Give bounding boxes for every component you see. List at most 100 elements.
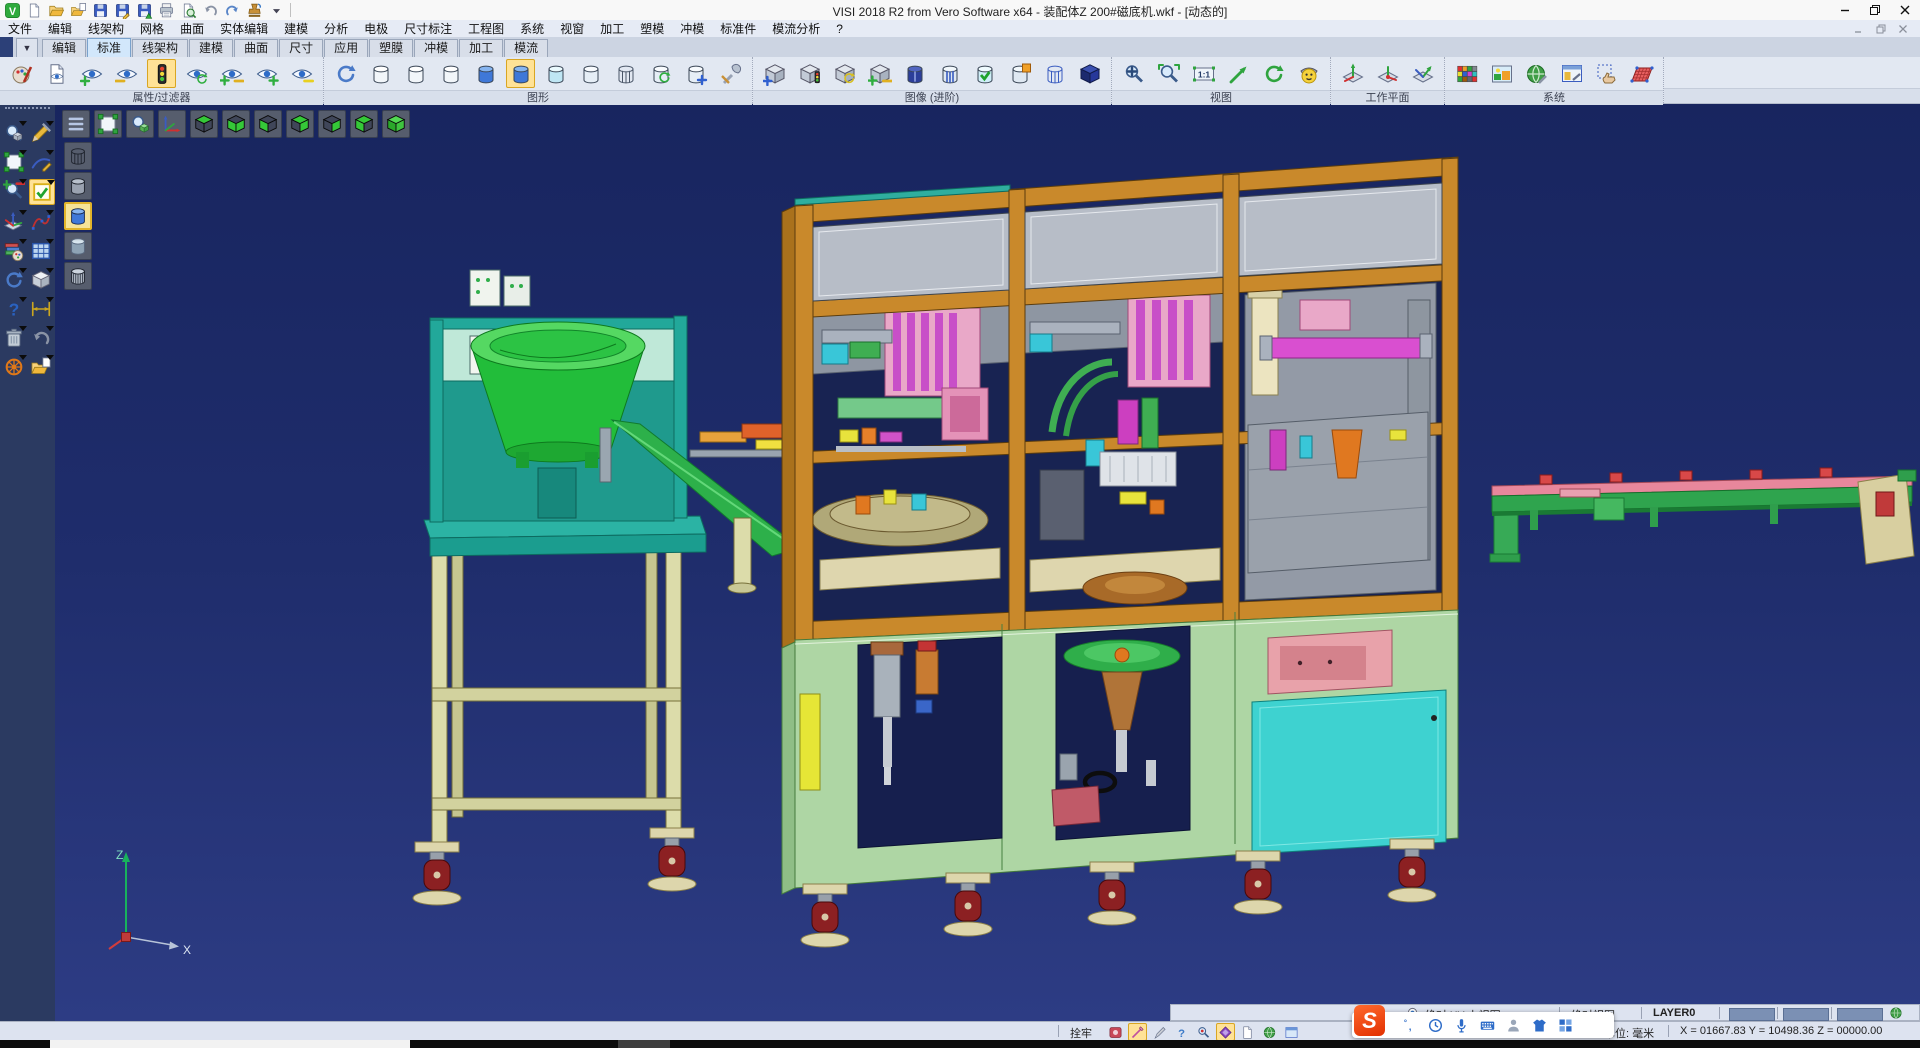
tab-dropdown-button[interactable]: ▼ xyxy=(16,38,38,57)
zoom-eye-button[interactable] xyxy=(2,121,26,145)
menu-item-标准件[interactable]: 标准件 xyxy=(712,20,764,37)
ime-logo-icon[interactable]: S xyxy=(1354,1005,1385,1036)
st-record-button[interactable] xyxy=(1106,1023,1125,1041)
active-layer-label[interactable]: LAYER0 xyxy=(1653,1007,1695,1019)
tab-建模[interactable]: 建模 xyxy=(189,39,233,57)
st-probe-button[interactable] xyxy=(1194,1023,1213,1041)
cube-gray-button[interactable] xyxy=(29,268,53,292)
arrow-green-button[interactable] xyxy=(1224,59,1253,88)
cyl-refresh-button[interactable] xyxy=(646,59,675,88)
cube-left-button[interactable] xyxy=(318,110,346,138)
axes-color-button[interactable] xyxy=(2,210,26,234)
traffic-button[interactable] xyxy=(147,59,176,88)
doc-eye-button[interactable] xyxy=(42,59,71,88)
zoom-view-button[interactable] xyxy=(126,110,154,138)
frame-fit-button[interactable] xyxy=(2,150,26,174)
box-traffic-button[interactable] xyxy=(795,59,824,88)
floppy-button[interactable] xyxy=(90,1,110,19)
pencil-knife-button[interactable] xyxy=(29,121,53,145)
redo-button[interactable] xyxy=(222,1,242,19)
ime-mic-button[interactable] xyxy=(1450,1014,1472,1036)
menu-item-文件[interactable]: 文件 xyxy=(0,20,40,37)
st-globe-button[interactable] xyxy=(1260,1023,1279,1041)
menu-item-塑模[interactable]: 塑模 xyxy=(632,20,672,37)
eye-plus-button[interactable] xyxy=(252,59,281,88)
eye-add-button[interactable] xyxy=(77,59,106,88)
eye-pm-button[interactable] xyxy=(217,59,246,88)
folder-doc-button[interactable] xyxy=(68,1,88,19)
axes-view-button[interactable] xyxy=(158,110,186,138)
tab-曲面[interactable]: 曲面 xyxy=(234,39,278,57)
menu-item-视窗[interactable]: 视窗 xyxy=(552,20,592,37)
tab-应用[interactable]: 应用 xyxy=(324,39,368,57)
cyl-solid-button[interactable] xyxy=(471,59,500,88)
st-doc-button[interactable] xyxy=(1238,1023,1257,1041)
menu-item-?[interactable]: ? xyxy=(828,22,851,36)
palette-books-button[interactable] xyxy=(2,239,26,263)
restore-button[interactable] xyxy=(1860,0,1890,20)
undo-gray-button[interactable] xyxy=(29,326,53,350)
color-swatch-3[interactable] xyxy=(1837,1008,1883,1021)
tab-线架构[interactable]: 线架构 xyxy=(132,39,188,57)
folder-open-button[interactable] xyxy=(46,1,66,19)
box-pm-button[interactable] xyxy=(865,59,894,88)
preview-button[interactable] xyxy=(178,1,198,19)
red-grid-button[interactable] xyxy=(1627,59,1656,88)
cube-front-button[interactable] xyxy=(254,110,282,138)
zoom-plus-button[interactable] xyxy=(1119,59,1148,88)
cyl-light-button[interactable] xyxy=(541,59,570,88)
menu-lines-button[interactable] xyxy=(62,110,90,138)
undo-button[interactable] xyxy=(200,1,220,19)
ime-punct-button[interactable]: °, xyxy=(1398,1014,1420,1036)
print-button[interactable] xyxy=(156,1,176,19)
ime-person-button[interactable] xyxy=(1502,1014,1524,1036)
close-button[interactable] xyxy=(1890,0,1920,20)
cyl-add-button[interactable] xyxy=(681,59,710,88)
windows-taskbar-edge[interactable] xyxy=(0,1040,1920,1048)
zoom-fit-button[interactable] xyxy=(1154,59,1183,88)
menu-item-工程图[interactable]: 工程图 xyxy=(460,20,512,37)
trash-button[interactable] xyxy=(2,326,26,350)
st-magnet-button[interactable] xyxy=(1216,1023,1235,1041)
box-add-button[interactable] xyxy=(760,59,789,88)
tab-尺寸[interactable]: 尺寸 xyxy=(279,39,323,57)
tab-冲模[interactable]: 冲模 xyxy=(414,39,458,57)
shade-wire-button[interactable] xyxy=(64,142,92,170)
cyl-wireb-button[interactable] xyxy=(1040,59,1069,88)
tab-编辑[interactable]: 编辑 xyxy=(42,39,86,57)
menu-item-网格[interactable]: 网格 xyxy=(132,20,172,37)
wp-a-button[interactable] xyxy=(1338,59,1367,88)
refresh-blue-button[interactable] xyxy=(2,268,26,292)
cyl-outline-button[interactable] xyxy=(401,59,430,88)
eye-refresh-button[interactable] xyxy=(182,59,211,88)
st-help-button[interactable]: ? xyxy=(1172,1023,1191,1041)
vlogo-button[interactable]: V xyxy=(2,1,22,19)
eye-minus-button[interactable] xyxy=(287,59,316,88)
window-grid-button[interactable] xyxy=(29,239,53,263)
cyl-striped-button[interactable] xyxy=(935,59,964,88)
panel-drag-handle[interactable] xyxy=(5,107,50,113)
menu-item-电极[interactable]: 电极 xyxy=(356,20,396,37)
st-brush-button[interactable] xyxy=(1150,1023,1169,1041)
cyl-outline-button[interactable] xyxy=(436,59,465,88)
pencil-curve-button[interactable] xyxy=(29,150,53,174)
wrench-button[interactable] xyxy=(716,59,745,88)
tab-模流[interactable]: 模流 xyxy=(504,39,548,57)
floppy-as-button[interactable] xyxy=(112,1,132,19)
cube-right-button[interactable] xyxy=(350,110,378,138)
shade-hidden-button[interactable] xyxy=(64,172,92,200)
lock-toggle-label[interactable]: 拴牢 xyxy=(1070,1025,1092,1041)
shade-hatch-button[interactable] xyxy=(64,262,92,290)
menu-item-加工[interactable]: 加工 xyxy=(592,20,632,37)
wp-c-button[interactable] xyxy=(1408,59,1437,88)
window-tools-button[interactable] xyxy=(1557,59,1586,88)
menu-item-尺寸标注[interactable]: 尺寸标注 xyxy=(396,20,460,37)
doc-restore-button[interactable] xyxy=(1870,21,1892,36)
ime-grid-button[interactable] xyxy=(1554,1014,1576,1036)
color-swatch-2[interactable] xyxy=(1783,1008,1829,1021)
eye-remove-button[interactable] xyxy=(112,59,141,88)
cyl-solid-button[interactable] xyxy=(506,59,535,88)
smiley-button[interactable] xyxy=(1294,59,1323,88)
doc-new-button[interactable] xyxy=(24,1,44,19)
color-swatch-1[interactable] xyxy=(1729,1008,1775,1021)
